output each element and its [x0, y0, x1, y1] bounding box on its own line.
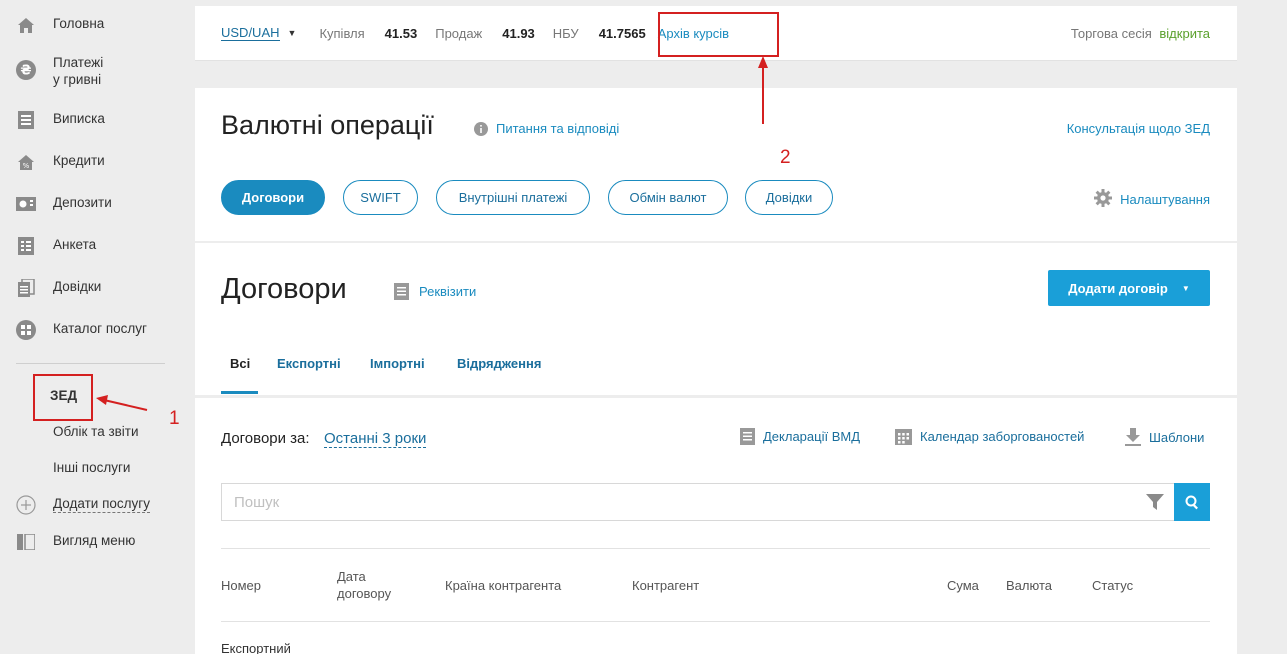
- annotation-arrow-2-head: [758, 56, 768, 68]
- annotation-highlight-archive: [658, 12, 779, 57]
- annotation-arrows: [96, 56, 768, 411]
- annotation-number-1: 1: [169, 408, 180, 429]
- annotation-arrow-1: [103, 399, 148, 411]
- annotation-arrow-1-head: [96, 395, 108, 405]
- annotation-number-2: 2: [780, 147, 791, 168]
